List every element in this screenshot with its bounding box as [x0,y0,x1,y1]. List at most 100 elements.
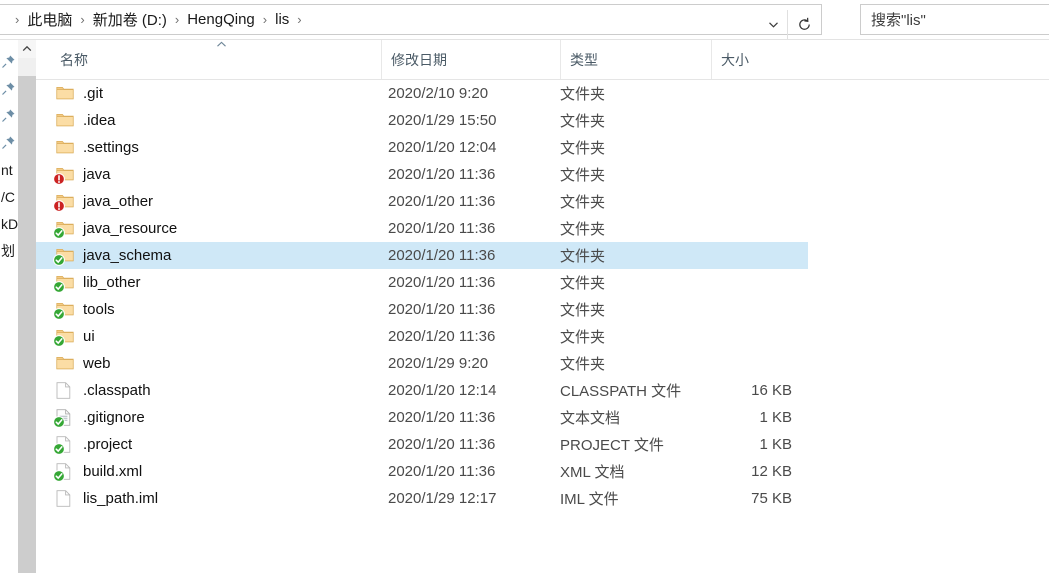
file-date-cell: 2020/1/20 12:04 [388,139,497,156]
file-name-cell[interactable]: .project [36,431,381,458]
breadcrumb-separator: › [262,12,268,27]
file-name-cell[interactable]: lib_other [36,269,381,296]
breadcrumb-separator: › [297,12,302,27]
address-toolbar: › 此电脑 › 新加卷 (D:) › HengQing › lis › 搜索"lis" [0,0,1049,40]
file-row[interactable]: .project 2020/1/20 11:36 PROJECT 文件 1 KB [36,431,808,458]
nav-pane-item[interactable] [0,129,18,156]
file-row[interactable]: java 2020/1/20 11:36 文件夹 [36,161,808,188]
column-header-size-label: 大小 [721,51,749,68]
pin-icon [1,108,16,123]
file-size-cell [708,161,800,188]
file-name-cell[interactable]: lis_path.iml [36,485,381,512]
breadcrumb-separator: › [174,12,180,27]
file-size-cell [708,188,800,215]
file-name-cell[interactable]: java_resource [36,215,381,242]
nav-pane-item[interactable]: nt [0,156,18,183]
folder-icon [53,247,74,266]
breadcrumb-item[interactable]: 此电脑 [26,7,73,32]
file-row[interactable]: java_resource 2020/1/20 11:36 文件夹 [36,215,808,242]
nav-pane-item[interactable] [0,102,18,129]
column-header-date[interactable]: 修改日期 [381,40,560,79]
file-list-pane: 名称 修改日期 类型 大小 .git 2020/2/10 9:20 文件夹 .idea… [36,40,1049,573]
file-name-label: .classpath [83,382,151,399]
file-name-cell[interactable]: build.xml [36,458,381,485]
file-name-label: java_resource [83,220,178,237]
file-name-cell[interactable]: ui [36,323,381,350]
file-name-cell[interactable]: .idea [36,107,381,134]
file-row[interactable]: lib_other 2020/1/20 11:36 文件夹 [36,269,808,296]
breadcrumb-item[interactable]: 新加卷 (D:) [92,7,168,32]
file-date-cell: 2020/1/20 11:36 [388,301,496,318]
nav-pane-item-label: nt [1,161,13,178]
file-row[interactable]: .classpath 2020/1/20 12:14 CLASSPATH 文件 16 … [36,377,808,404]
file-row[interactable]: ui 2020/1/20 11:36 文件夹 [36,323,808,350]
file-name-cell[interactable]: .classpath [36,377,381,404]
column-header-name[interactable]: 名称 [36,40,381,79]
scrollbar-thumb[interactable] [18,58,36,76]
nav-pane-item[interactable]: kD [0,210,18,237]
file-name-label: java [83,166,111,183]
file-row[interactable]: build.xml 2020/1/20 11:36 XML 文档 12 KB [36,458,808,485]
nav-pane-item[interactable] [0,48,18,75]
nav-pane-item[interactable] [0,75,18,102]
file-name-label: tools [83,301,115,318]
address-bar[interactable]: › 此电脑 › 新加卷 (D:) › HengQing › lis › [0,4,822,39]
nav-pane-item[interactable]: 划 [0,237,18,264]
file-list[interactable]: .git 2020/2/10 9:20 文件夹 .idea 2020/1/29 15:5… [36,80,1049,512]
file-name-cell[interactable]: java_other [36,188,381,215]
file-name-cell[interactable]: tools [36,296,381,323]
file-name-label: lis_path.iml [83,490,159,507]
file-row[interactable]: tools 2020/1/20 11:36 文件夹 [36,296,808,323]
file-name-cell[interactable]: java [36,161,381,188]
file-size-cell [708,80,800,107]
file-type-cell: 文件夹 [560,275,606,292]
green-check-badge-icon [53,307,65,320]
folder-icon [53,193,74,212]
green-check-badge-icon [53,469,65,482]
file-name-label: build.xml [83,463,143,480]
file-name-cell[interactable]: web [36,350,381,377]
file-row[interactable]: .gitignore 2020/1/20 11:36 文本文档 1 KB [36,404,808,431]
document-icon [53,435,74,455]
file-row[interactable]: lis_path.iml 2020/1/29 12:17 IML 文件 75 KB [36,485,808,512]
refresh-icon[interactable] [787,10,820,39]
chevron-down-icon[interactable] [759,10,787,39]
file-row[interactable]: .idea 2020/1/29 15:50 文件夹 [36,107,808,134]
file-row[interactable]: java_other 2020/1/20 11:36 文件夹 [36,188,808,215]
file-row[interactable]: .settings 2020/1/20 12:04 文件夹 [36,134,808,161]
file-type-cell: 文件夹 [560,167,606,184]
breadcrumb-item[interactable]: HengQing [186,9,256,30]
search-input[interactable]: 搜索"lis" [860,4,1049,35]
nav-pane-item-label: 划 [1,242,15,259]
file-row[interactable]: web 2020/1/29 9:20 文件夹 [36,350,808,377]
file-size-cell: 1 KB [759,436,792,453]
file-size-cell: 75 KB [751,490,792,507]
file-name-label: .idea [83,112,116,129]
document-icon [53,462,74,482]
file-date-cell: 2020/1/20 11:36 [388,328,496,345]
folder-icon [56,355,74,373]
nav-pane-item[interactable]: /C [0,183,18,210]
file-name-label: java_other [83,193,154,210]
file-type-cell: PROJECT 文件 [560,437,664,454]
file-date-cell: 2020/2/10 9:20 [388,85,489,102]
breadcrumb-item[interactable]: lis [274,9,290,30]
file-name-label: ui [83,328,95,345]
chevron-up-icon[interactable] [18,40,36,58]
navigation-pane[interactable]: nt/C kD 划 [0,40,18,573]
file-name-cell[interactable]: .settings [36,134,381,161]
column-header-type[interactable]: 类型 [560,40,711,79]
breadcrumb-separator: › [80,12,85,27]
file-name-cell[interactable]: .gitignore [36,404,381,431]
file-row[interactable]: java_schema 2020/1/20 11:36 文件夹 [36,242,808,269]
file-row[interactable]: .git 2020/2/10 9:20 文件夹 [36,80,808,107]
file-type-cell: 文件夹 [560,221,606,238]
file-name-cell[interactable]: .git [36,80,381,107]
breadcrumb[interactable]: › 此电脑 › 新加卷 (D:) › HengQing › lis › [0,5,821,34]
pin-icon [1,54,16,69]
vertical-scrollbar[interactable] [18,40,36,573]
file-date-cell: 2020/1/20 11:36 [388,247,496,264]
column-header-size[interactable]: 大小 [711,40,808,79]
file-type-cell: CLASSPATH 文件 [560,383,682,400]
file-name-cell[interactable]: java_schema [36,242,381,269]
